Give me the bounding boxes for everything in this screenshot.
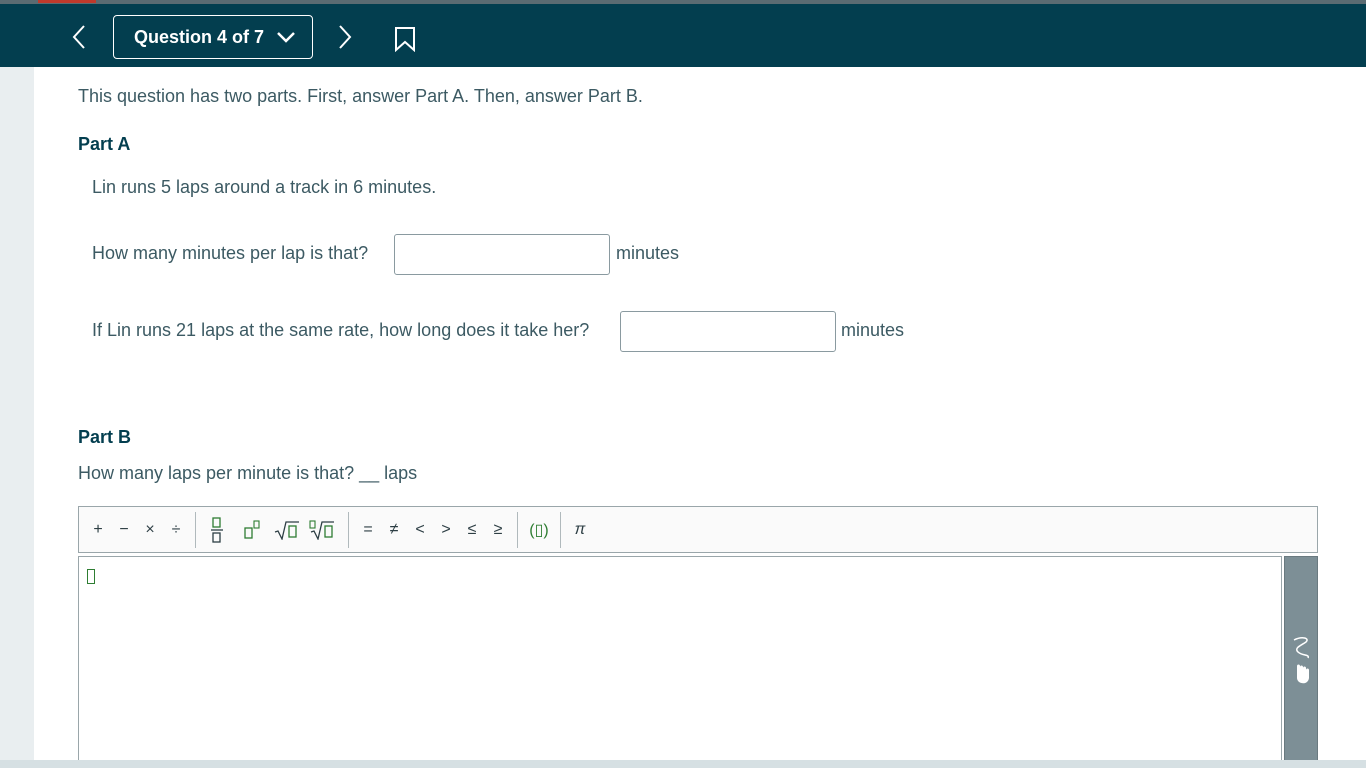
handwriting-tool-button[interactable] bbox=[1284, 556, 1318, 766]
handwriting-hand-icon bbox=[1293, 637, 1310, 684]
divide-button[interactable]: ÷ bbox=[163, 512, 189, 548]
part-a-q1-unit: minutes bbox=[616, 243, 680, 263]
math-answer-editor[interactable] bbox=[78, 556, 1282, 766]
nth-root-button[interactable] bbox=[302, 512, 342, 548]
part-a-q2-unit: minutes bbox=[841, 320, 905, 340]
exponent-icon bbox=[244, 519, 260, 539]
chevron-right-icon bbox=[339, 25, 352, 49]
fraction-button[interactable] bbox=[202, 512, 232, 548]
left-gutter bbox=[0, 67, 34, 760]
parentheses-button[interactable]: (▯) bbox=[524, 512, 554, 548]
part-b-prompt: How many laps per minute is that? __ lap… bbox=[78, 463, 418, 483]
times-button[interactable]: × bbox=[137, 512, 163, 548]
toolbar-divider bbox=[560, 511, 561, 548]
total-minutes-input[interactable] bbox=[620, 311, 836, 352]
accent-mark bbox=[38, 0, 96, 3]
bottom-scroll-strip bbox=[0, 760, 1366, 768]
less-equal-button[interactable]: ≤ bbox=[459, 512, 485, 548]
next-question-button[interactable] bbox=[330, 22, 360, 52]
pi-button[interactable]: π bbox=[567, 512, 593, 548]
fraction-icon bbox=[211, 516, 223, 543]
part-a-q2-prompt: If Lin runs 21 laps at the same rate, ho… bbox=[92, 320, 590, 340]
minus-button[interactable]: − bbox=[111, 512, 137, 548]
part-a-q1-prompt: How many minutes per lap is that? bbox=[92, 243, 369, 263]
question-selector-dropdown[interactable]: Question 4 of 7 bbox=[113, 15, 313, 59]
math-toolbar: + − × ÷ = ≠ < > ≤ ≥ (▯) π bbox=[78, 506, 1318, 553]
toolbar-divider bbox=[195, 511, 196, 548]
square-root-icon bbox=[274, 520, 299, 540]
chevron-down-icon bbox=[276, 31, 296, 43]
input-placeholder-box bbox=[87, 569, 95, 584]
bookmark-icon bbox=[395, 27, 415, 52]
toolbar-divider bbox=[348, 511, 349, 548]
not-equal-button[interactable]: ≠ bbox=[381, 512, 407, 548]
equals-button[interactable]: = bbox=[355, 512, 381, 548]
minutes-per-lap-input[interactable] bbox=[394, 234, 610, 275]
square-root-button[interactable] bbox=[272, 512, 302, 548]
nth-root-icon bbox=[309, 519, 334, 540]
previous-question-button[interactable] bbox=[64, 22, 94, 52]
greater-equal-button[interactable]: ≥ bbox=[485, 512, 511, 548]
bookmark-button[interactable] bbox=[390, 24, 420, 54]
plus-button[interactable]: + bbox=[85, 512, 111, 548]
exponent-button[interactable] bbox=[232, 512, 272, 548]
part-a-stem: Lin runs 5 laps around a track in 6 minu… bbox=[92, 177, 437, 197]
question-intro: This question has two parts. First, answ… bbox=[78, 86, 643, 106]
question-selector-label: Question 4 of 7 bbox=[134, 26, 265, 47]
greater-than-button[interactable]: > bbox=[433, 512, 459, 548]
chevron-left-icon bbox=[72, 25, 85, 49]
part-b-heading: Part B bbox=[78, 427, 132, 447]
toolbar-divider bbox=[517, 511, 518, 548]
question-navigation-bar: Question 4 of 7 bbox=[0, 0, 1366, 67]
less-than-button[interactable]: < bbox=[407, 512, 433, 548]
question-content: This question has two parts. First, answ… bbox=[34, 67, 1366, 766]
part-a-heading: Part A bbox=[78, 134, 131, 154]
